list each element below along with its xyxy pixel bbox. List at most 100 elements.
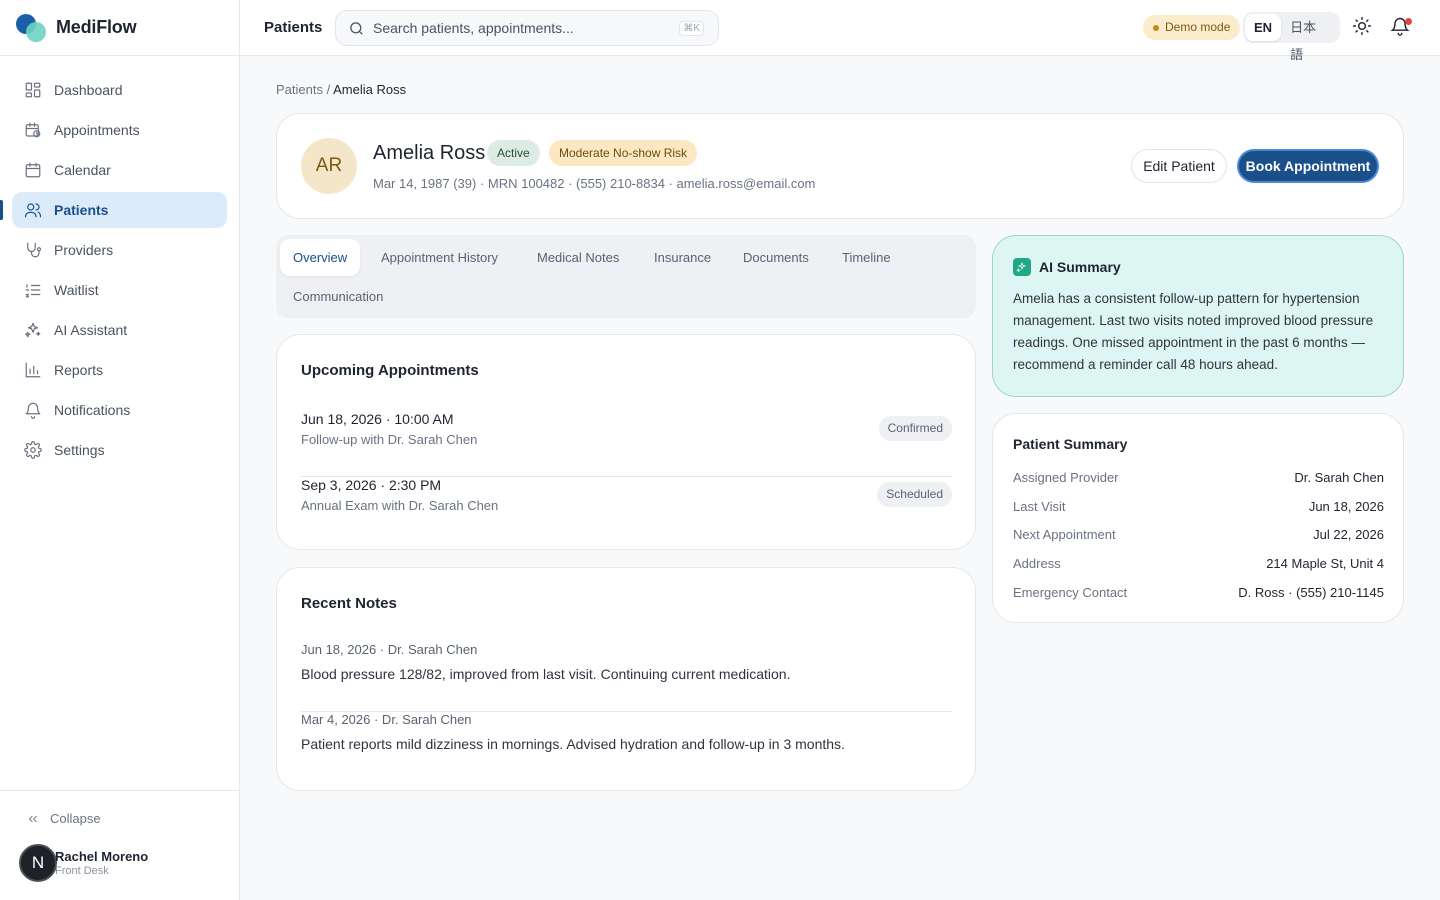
mediflow-logo-icon — [16, 13, 46, 42]
note-body: Blood pressure 128/82, improved from las… — [301, 666, 791, 682]
tab-documents[interactable]: Documents — [730, 239, 822, 276]
sidebar-item-settings[interactable]: Settings — [12, 432, 227, 468]
sidebar-item-label: AI Assistant — [54, 322, 128, 338]
sidebar-item-notifications[interactable]: Notifications — [12, 392, 227, 428]
summary-row: Emergency Contact D. Ross · (555) 210-11… — [1013, 585, 1384, 605]
sparkles-icon — [25, 322, 41, 338]
sidebar-item-ai-assistant[interactable]: AI Assistant — [12, 312, 227, 348]
sidebar-item-label: Dashboard — [54, 82, 123, 98]
recent-notes-card: Recent Notes Jun 18, 2026 · Dr. Sarah Ch… — [276, 567, 976, 791]
sidebar-item-reports[interactable]: Reports — [12, 352, 227, 388]
tab-timeline[interactable]: Timeline — [829, 239, 904, 276]
ai-summary-title: AI Summary — [1039, 259, 1121, 275]
summary-key: Last Visit — [1013, 499, 1066, 514]
note-item[interactable]: Mar 4, 2026 · Dr. Sarah Chen Patient rep… — [301, 712, 952, 782]
note-header: Mar 4, 2026 · Dr. Sarah Chen — [301, 712, 472, 727]
breadcrumb-current: Amelia Ross — [333, 82, 407, 97]
patient-summary-card: Patient Summary Assigned Provider Dr. Sa… — [992, 413, 1404, 623]
appointment-status-badge: Scheduled — [877, 482, 952, 507]
summary-key: Next Appointment — [1013, 527, 1116, 542]
summary-key: Address — [1013, 556, 1061, 571]
patient-summary-title: Patient Summary — [1013, 436, 1128, 452]
summary-value: Jul 22, 2026 — [1313, 527, 1384, 542]
tab-communication[interactable]: Communication — [280, 278, 396, 315]
theme-toggle-button[interactable] — [1352, 16, 1376, 40]
appointment-status-badge: Confirmed — [878, 416, 952, 441]
sidebar-item-label: Reports — [54, 362, 104, 378]
sun-icon — [1352, 16, 1372, 36]
search-input[interactable] — [373, 20, 663, 36]
search-shortcut: ⌘K — [679, 21, 704, 36]
app-name: MediFlow — [56, 17, 137, 37]
appointment-datetime: Sep 3, 2026 · 2:30 PM — [301, 477, 442, 493]
note-body: Patient reports mild dizziness in mornin… — [301, 736, 845, 752]
tab-appointment-history[interactable]: Appointment History — [368, 239, 511, 276]
user-profile[interactable]: N Rachel Moreno Front Desk — [19, 844, 148, 882]
avatar: N — [19, 844, 57, 882]
language-option-en[interactable]: EN — [1245, 14, 1282, 41]
summary-value: Jun 18, 2026 — [1308, 499, 1384, 514]
bar-chart-icon — [25, 362, 41, 378]
edit-patient-button[interactable]: Edit Patient — [1131, 149, 1227, 183]
language-switcher: EN 日本語 — [1243, 12, 1340, 62]
tab-medical-notes[interactable]: Medical Notes — [524, 239, 632, 276]
breadcrumb-patients-link[interactable]: Patients — [276, 82, 323, 97]
notifications-button[interactable] — [1390, 16, 1414, 40]
calendar-clock-icon — [25, 122, 41, 138]
language-option-ja[interactable]: 日本語 — [1281, 14, 1338, 62]
ai-summary-card: AI Summary Amelia has a consistent follo… — [992, 235, 1404, 397]
risk-badge: Moderate No-show Risk — [549, 140, 698, 166]
appointment-row[interactable]: Sep 3, 2026 · 2:30 PM Annual Exam with D… — [301, 477, 952, 543]
sidebar-item-label: Waitlist — [54, 282, 99, 298]
patient-avatar: AR — [301, 138, 357, 194]
user-name: Rachel Moreno — [55, 848, 149, 864]
tab-insurance[interactable]: Insurance — [641, 239, 724, 276]
status-badge: Active — [487, 140, 540, 166]
summary-row: Address 214 Maple St, Unit 4 — [1013, 556, 1384, 576]
notification-dot — [1405, 18, 1412, 25]
page-title: Patients — [264, 19, 323, 36]
card-title: Upcoming Appointments — [301, 362, 479, 379]
patient-tabs: Overview Appointment History Medical Not… — [276, 235, 976, 318]
summary-key: Assigned Provider — [1013, 470, 1119, 485]
summary-value: D. Ross · (555) 210-1145 — [1238, 585, 1384, 600]
sidebar-item-appointments[interactable]: Appointments — [12, 112, 227, 148]
collapse-label: Collapse — [50, 811, 101, 826]
ai-summary-text: Amelia has a consistent follow-up patter… — [1013, 291, 1374, 372]
sparkles-icon — [1013, 258, 1031, 276]
gear-icon — [24, 441, 42, 459]
patient-name: Amelia Ross — [373, 142, 486, 164]
stethoscope-icon — [27, 242, 42, 258]
sidebar-item-calendar[interactable]: Calendar — [12, 152, 227, 188]
search-icon — [350, 21, 363, 35]
bell-icon — [25, 402, 41, 419]
appointment-description: Follow-up with Dr. Sarah Chen — [301, 432, 478, 447]
summary-row: Assigned Provider Dr. Sarah Chen — [1013, 470, 1384, 490]
appointment-row[interactable]: Jun 18, 2026 · 10:00 AM Follow-up with D… — [301, 411, 952, 477]
appointment-datetime: Jun 18, 2026 · 10:00 AM — [301, 411, 454, 427]
summary-row: Last Visit Jun 18, 2026 — [1013, 499, 1384, 519]
dashboard-icon — [25, 82, 41, 98]
sidebar-item-providers[interactable]: Providers — [12, 232, 227, 268]
calendar-icon — [25, 162, 41, 178]
book-appointment-button[interactable]: Book Appointment — [1237, 149, 1379, 183]
user-info: Rachel Moreno Front Desk — [55, 849, 148, 878]
users-icon — [24, 203, 42, 218]
chevrons-left-icon — [28, 815, 37, 822]
collapse-button[interactable]: Collapse — [26, 811, 101, 826]
note-item[interactable]: Jun 18, 2026 · Dr. Sarah Chen Blood pres… — [301, 642, 952, 712]
upcoming-appointments-card: Upcoming Appointments Jun 18, 2026 · 10:… — [276, 334, 976, 550]
sidebar-item-label: Appointments — [54, 122, 140, 138]
list-ordered-icon — [25, 284, 41, 298]
sidebar-item-label: Notifications — [54, 402, 131, 418]
sidebar-item-dashboard[interactable]: Dashboard — [12, 72, 227, 108]
sidebar-item-patients[interactable]: Patients — [0, 192, 227, 228]
sidebar-item-waitlist[interactable]: Waitlist — [12, 272, 227, 308]
search-bar[interactable]: ⌘K — [335, 10, 719, 46]
topbar: Patients ⌘K Demo mode EN 日本語 — [240, 0, 1440, 62]
brand[interactable]: MediFlow — [0, 0, 239, 56]
patient-meta: Mar 14, 1987 (39) · MRN 100482 · (555) 2… — [373, 176, 816, 191]
appointment-description: Annual Exam with Dr. Sarah Chen — [301, 498, 499, 513]
sidebar-item-label: Settings — [54, 442, 105, 458]
tab-overview[interactable]: Overview — [280, 239, 361, 276]
